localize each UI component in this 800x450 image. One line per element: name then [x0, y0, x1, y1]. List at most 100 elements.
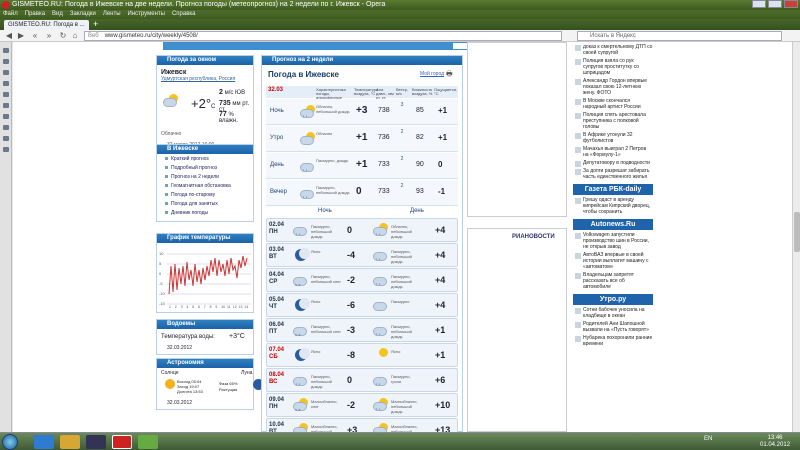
mail-panel-icon[interactable] [2, 59, 9, 64]
day-row[interactable]: 02.04ПН Пасмурно, небольшой дождь 0 Облачно… [266, 218, 458, 242]
rbc-header[interactable]: Газета РБК-daily [573, 184, 653, 195]
cloud-sun-icon [161, 94, 179, 108]
menu-tools[interactable]: Инструменты [128, 10, 165, 19]
menu-help[interactable]: Справка [172, 10, 196, 19]
news-item[interactable]: Volkswagen запустили производство шин в … [573, 232, 653, 250]
rewind-icon[interactable]: « [30, 31, 40, 41]
home-icon[interactable]: ⌂ [70, 31, 80, 41]
day-date: 07.04 СБ [269, 347, 284, 361]
app-taskbar-icon[interactable] [138, 435, 158, 449]
news-item[interactable]: За долги разрешат забирать часть единств… [573, 168, 653, 180]
clock[interactable]: 13:46 01.04.2012 [760, 435, 790, 449]
close-button[interactable] [784, 0, 798, 8]
widgets-panel-icon[interactable] [2, 114, 9, 119]
menu-view[interactable]: Вид [52, 10, 63, 19]
news-item[interactable]: Нубарека похоронили ранние времени [573, 335, 653, 347]
day-row[interactable]: 03.04ВТ Ясно -4 Пасмурно, небольшой дождь +4 [266, 243, 458, 267]
cloud-shape [293, 227, 307, 236]
today-humidity: 85 [416, 107, 424, 114]
news-item[interactable]: АвтоВАЗ впервые в своей истории выплатит… [573, 252, 653, 270]
notes-panel-icon[interactable] [2, 103, 9, 108]
night-desc: Пасмурно, небольшой дождь [311, 374, 332, 389]
news-item[interactable]: Александр Гордон впервые показал свою 12… [573, 78, 653, 96]
day-temp: +10 [435, 400, 451, 410]
today-temp: +1 [356, 159, 368, 170]
page-scrollbar[interactable] [792, 42, 800, 432]
forward-icon[interactable]: ▶ [16, 31, 26, 41]
print-icon[interactable]: 🖶 [446, 70, 453, 81]
ie-taskbar-icon[interactable] [34, 435, 54, 449]
windows-panel-icon[interactable] [2, 136, 9, 141]
day-weekday: СБ [269, 354, 278, 360]
menu-edit[interactable]: Правка [25, 10, 45, 19]
add-panel-icon[interactable] [2, 147, 9, 152]
today-row: Утро Облачно +1 736 2 82 +1 [266, 126, 458, 152]
day-row[interactable]: 04.04СР Пасмурно, небольшой снег -2 Пасмурн… [266, 268, 458, 292]
news-item[interactable]: доказ к смертельному ДТП со своей супруг… [573, 44, 653, 56]
city-link[interactable]: Погода для занятых [157, 200, 253, 209]
menu-bookmarks[interactable]: Закладки [70, 10, 96, 19]
day-temp: +13 [435, 425, 451, 432]
news-item[interactable]: Мачахья выиграл 2 Петров на «Формулу-1» [573, 146, 653, 158]
day-row[interactable]: 08.04ВС Пасмурно, небольшой дождь 0 Пасмурн… [266, 368, 458, 392]
news-item[interactable]: Полиция взяла со рук супругов проститутк… [573, 58, 653, 76]
my-city-link[interactable]: Мой город [420, 71, 444, 77]
day-row[interactable]: 10.04ВТ Малооблачно, небольшой дождь +3 Мал… [266, 418, 458, 432]
contacts-panel-icon[interactable] [2, 70, 9, 75]
ad-banner-top[interactable] [467, 42, 567, 217]
city-link[interactable]: Погода по-старому [157, 191, 253, 200]
day-row[interactable]: 05.04 ЧТ Ясно -6 Пасмурно +4 [266, 293, 458, 317]
news-item[interactable]: Владельцам запретят рассказать все об ав… [573, 272, 653, 290]
reload-icon[interactable]: ↻ [58, 31, 68, 41]
fastforward-icon[interactable]: » [44, 31, 54, 41]
menu-feeds[interactable]: Ленты [103, 10, 121, 19]
now-region[interactable]: Удмуртская республика, Россия [161, 76, 253, 82]
news-item[interactable]: Сотни бабочек уносила на кладбище в океа… [573, 307, 653, 319]
explorer-taskbar-icon[interactable] [60, 435, 80, 449]
tab-gismeteo[interactable]: GISMETEO.RU: Погода в ... [4, 20, 89, 30]
col-wind: Ветер, м/с [396, 87, 409, 96]
minimize-button[interactable] [752, 0, 766, 8]
address-field[interactable]: Веб www.gismeteo.ru/city/weekly/4508/ [84, 31, 562, 41]
history-panel-icon[interactable] [2, 81, 9, 86]
city-link[interactable]: Геомагнитная обстановка [157, 182, 253, 191]
language-indicator[interactable]: EN [704, 436, 712, 442]
scroll-thumb[interactable] [794, 212, 800, 252]
night-desc: Пасмурно, небольшой снег [311, 274, 341, 284]
maximize-button[interactable] [768, 0, 782, 8]
news-item[interactable]: Депутатовору в подводности [573, 160, 653, 167]
back-icon[interactable]: ◀ [4, 31, 14, 41]
city-link[interactable]: Дневник погоды [157, 209, 253, 218]
news-item[interactable]: Полиция спять арестовала преступника с п… [573, 112, 653, 130]
opera-taskbar-icon[interactable] [112, 435, 132, 449]
news-item[interactable]: Родителей Ани Шапошной вызвали на «Пусть… [573, 321, 653, 333]
news-item[interactable]: Грешу одаст в аренду кипрейсам Кипрский … [573, 197, 653, 215]
snow-cloud-icon [291, 323, 309, 340]
utro-header[interactable]: Утро.ру [573, 294, 653, 305]
media-taskbar-icon[interactable] [86, 435, 106, 449]
search-input[interactable]: Искать в Яндекс [577, 31, 782, 41]
start-button[interactable] [2, 434, 18, 450]
temperature-graph-box: График температуры 10 5 0 -5 -10 -15 1 2 3 4 5 6 7 8 9… [156, 233, 254, 313]
day-date: 05.04 ЧТ [269, 297, 284, 311]
menu-file[interactable]: Файл [3, 10, 18, 19]
news-item[interactable]: В Африке утонули 32 футболистов [573, 132, 653, 144]
city-link[interactable]: Краткий прогноз [157, 155, 253, 164]
links-panel-icon[interactable] [2, 125, 9, 130]
cloud-shape [293, 327, 307, 336]
new-tab-button[interactable]: + [91, 20, 101, 29]
ria-logo[interactable]: РИАНОВОСТИ [512, 234, 555, 242]
day-row[interactable]: 06.04ПТ Пасмурно, небольшой снег -3 Пасмурн… [266, 318, 458, 342]
cloud-icon [298, 132, 316, 146]
city-link[interactable]: Подробный прогноз [157, 164, 253, 173]
day-row[interactable]: 07.04 СБ Ясно -8 Ясно +1 [266, 343, 458, 367]
cloud-shape [300, 136, 314, 145]
city-link[interactable]: Прогноз на 2 недели [157, 173, 253, 182]
bookmarks-panel-icon[interactable] [2, 48, 9, 53]
day-row[interactable]: 09.04ПН Малооблачно, снег -2 Малооблачно, н… [266, 393, 458, 417]
day-weekday: ЧТ [269, 304, 277, 310]
autonews-header[interactable]: Autonews.Ru [573, 219, 653, 230]
today-table: 32.03 Характеристика погоды, атмосферные… [266, 86, 458, 206]
transfers-panel-icon[interactable] [2, 92, 9, 97]
news-item[interactable]: В Москве скончался народный артист Росси… [573, 98, 653, 110]
